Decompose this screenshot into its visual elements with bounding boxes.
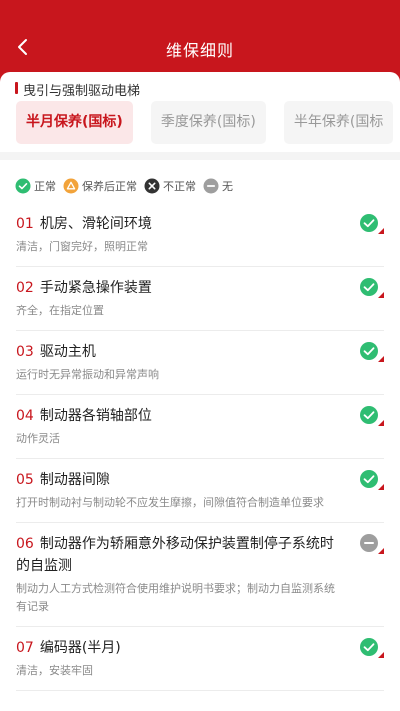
item-title: 制动器间隙 bbox=[39, 472, 110, 488]
list-item[interactable]: 04 制动器各销轴部位 动作灵活 bbox=[16, 395, 384, 459]
item-title: 手动紧急操作装置 bbox=[39, 280, 152, 296]
item-description: 运行时无异常振动和异常声响 bbox=[16, 368, 159, 381]
item-description: 动作灵活 bbox=[16, 432, 60, 445]
item-number: 06 bbox=[16, 536, 34, 552]
item-description: 清洁，门窗完好，照明正常 bbox=[16, 240, 148, 253]
legend-label: 正常 bbox=[34, 180, 56, 193]
x-icon bbox=[144, 178, 160, 194]
category-title: 曳引与强制驱动电梯 bbox=[15, 80, 140, 99]
item-number: 07 bbox=[16, 640, 34, 656]
legend-normal-after-maintenance: 保养后正常 bbox=[63, 178, 137, 194]
item-title: 编码器(半月) bbox=[39, 640, 121, 656]
status-normal-icon[interactable] bbox=[358, 278, 384, 298]
legend-none: 无 bbox=[203, 178, 233, 194]
category-card: 曳引与强制驱动电梯 半月保养(国标) 季度保养(国标) 半年保养(国标 bbox=[0, 72, 400, 157]
legend-label: 无 bbox=[222, 180, 233, 193]
check-icon bbox=[15, 178, 31, 194]
status-none-icon[interactable] bbox=[358, 534, 384, 554]
item-description: 打开时制动衬与制动轮不应发生摩擦，间隙值符合制造单位要求 bbox=[16, 496, 324, 509]
list-item[interactable]: 03 驱动主机 运行时无异常振动和异常声响 bbox=[16, 331, 384, 395]
list-item[interactable]: 07 编码器(半月) 清洁，安装牢固 bbox=[16, 627, 384, 691]
legend-normal: 正常 bbox=[15, 178, 56, 194]
page-title: 维保细则 bbox=[165, 41, 234, 60]
item-title: 制动器作为轿厢意外移动保护装置制停子系统时的自监测 bbox=[16, 536, 334, 574]
list-item[interactable]: 01 机房、滑轮间环境 清洁，门窗完好，照明正常 bbox=[16, 203, 384, 267]
list-item[interactable]: 02 手动紧急操作装置 齐全，在指定位置 bbox=[16, 267, 384, 331]
item-number: 03 bbox=[16, 344, 34, 360]
tab-half-year[interactable]: 半年保养(国标 bbox=[283, 101, 394, 144]
list-item[interactable]: 05 制动器间隙 打开时制动衬与制动轮不应发生摩擦，间隙值符合制造单位要求 bbox=[16, 459, 384, 523]
list-item[interactable]: 06 制动器作为轿厢意外移动保护装置制停子系统时的自监测 制动力人工方式检测符合使… bbox=[16, 523, 384, 627]
legend-abnormal: 不正常 bbox=[144, 178, 196, 194]
item-description: 制动力人工方式检测符合使用维护说明书要求；制动力自监测系统有记录 bbox=[16, 582, 335, 613]
status-normal-icon[interactable] bbox=[358, 406, 384, 426]
triangle-icon bbox=[63, 178, 79, 194]
item-title: 驱动主机 bbox=[39, 344, 96, 360]
item-number: 01 bbox=[16, 216, 34, 232]
status-legend: 正常 保养后正常 不正常 无 bbox=[15, 178, 240, 194]
status-normal-icon[interactable] bbox=[358, 214, 384, 234]
tab-half-month[interactable]: 半月保养(国标) bbox=[16, 101, 133, 144]
legend-label: 保养后正常 bbox=[82, 180, 137, 193]
maintenance-tabs: 半月保养(国标) 季度保养(国标) 半年保养(国标 bbox=[16, 101, 400, 144]
item-description: 齐全，在指定位置 bbox=[16, 304, 104, 317]
item-number: 04 bbox=[16, 408, 34, 424]
minus-icon bbox=[203, 178, 219, 194]
tab-quarterly[interactable]: 季度保养(国标) bbox=[150, 101, 266, 144]
item-description: 清洁，安装牢固 bbox=[16, 664, 93, 677]
status-normal-icon[interactable] bbox=[358, 470, 384, 490]
section-divider bbox=[0, 152, 400, 160]
status-normal-icon[interactable] bbox=[358, 638, 384, 658]
item-number: 05 bbox=[16, 472, 34, 488]
status-normal-icon[interactable] bbox=[358, 342, 384, 362]
item-title: 制动器各销轴部位 bbox=[39, 408, 152, 424]
item-number: 02 bbox=[16, 280, 34, 296]
item-title: 机房、滑轮间环境 bbox=[39, 216, 152, 232]
checklist: 01 机房、滑轮间环境 清洁，门窗完好，照明正常 02 手动紧急操作装置 齐全，在指… bbox=[16, 203, 384, 691]
legend-label: 不正常 bbox=[163, 180, 196, 193]
